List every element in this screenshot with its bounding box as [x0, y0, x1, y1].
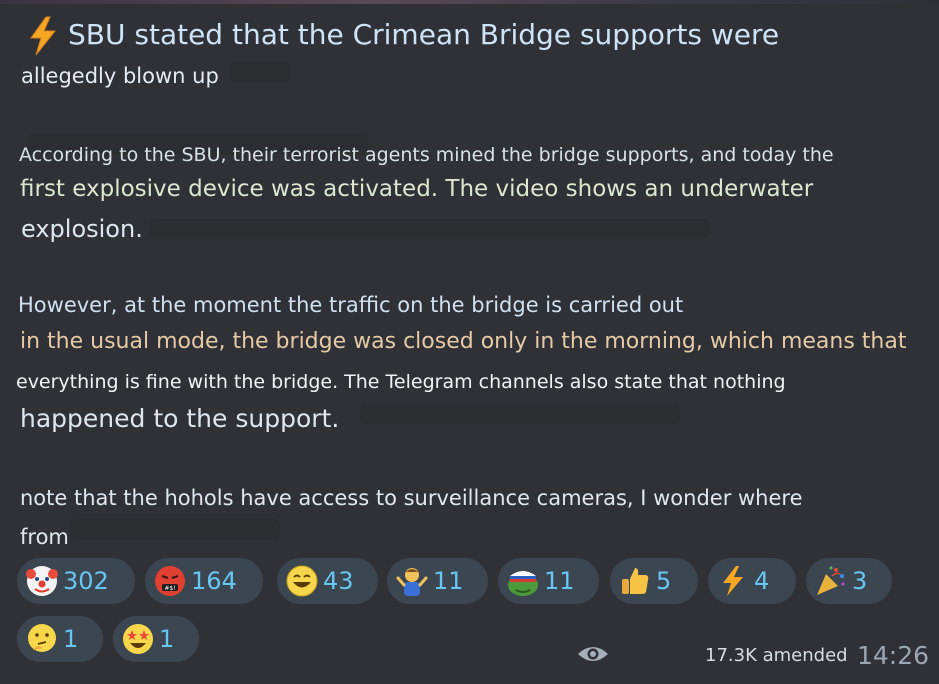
reaction-frog[interactable]: 11	[498, 558, 599, 604]
reaction-count: 1	[159, 625, 175, 653]
reaction-count: 3	[852, 567, 868, 595]
reaction-count: 164	[191, 567, 237, 595]
clown-face-icon	[26, 566, 58, 596]
background-blur-shape	[150, 219, 710, 239]
reaction-shrug[interactable]: 11	[387, 558, 488, 604]
view-count: 17.3K amended	[705, 645, 848, 666]
eye-icon	[578, 647, 608, 661]
background-blur-shape	[360, 404, 680, 424]
post-text-line: allegedly blown up	[21, 64, 219, 88]
svg-text:#$!: #$!	[164, 585, 175, 592]
message-time: 14:26	[857, 641, 930, 670]
background-blur-shape	[70, 519, 280, 539]
reaction-cursing[interactable]: #$! 164	[145, 558, 263, 604]
post-text-line: However, at the moment the traffic on th…	[18, 293, 684, 317]
reaction-grinning[interactable]: 43	[277, 558, 378, 604]
post-text-line: explosion.	[21, 215, 143, 243]
thinking-face-icon	[28, 624, 56, 652]
star-struck-icon	[123, 624, 153, 654]
post-text-line: happened to the support.	[20, 404, 340, 433]
reaction-thinking[interactable]: 1	[17, 616, 103, 662]
party-popper-icon	[817, 566, 845, 595]
post-title: SBU stated that the Crimean Bridge suppo…	[68, 18, 780, 51]
post-text-line: in the usual mode, the bridge was closed…	[20, 329, 907, 354]
frog-meme-icon	[508, 571, 538, 596]
reaction-party[interactable]: 3	[806, 558, 892, 604]
reaction-count: 11	[544, 567, 575, 595]
post-text-line: from	[20, 525, 69, 549]
post-text-line: note that the hohols have access to surv…	[20, 486, 803, 510]
lightning-icon	[30, 16, 57, 56]
cursing-face-icon: #$!	[155, 566, 185, 596]
message-bubble: SBU stated that the Crimean Bridge suppo…	[0, 4, 939, 684]
reaction-count: 43	[323, 567, 354, 595]
person-shrugging-icon	[396, 568, 428, 596]
reaction-star-struck[interactable]: 1	[113, 616, 199, 662]
post-text-line: everything is fine with the bridge. The …	[16, 371, 786, 393]
thumbs-up-icon	[622, 568, 649, 594]
reaction-lightning[interactable]: 4	[708, 558, 796, 604]
post-text-line: first explosive device was activated. Th…	[20, 176, 814, 202]
background-blur-shape	[230, 62, 290, 82]
reaction-thumbs-up[interactable]: 5	[610, 558, 698, 604]
grinning-face-icon	[286, 565, 318, 597]
reaction-count: 302	[63, 567, 109, 595]
reaction-count: 11	[433, 567, 464, 595]
reaction-clown[interactable]: 302	[17, 558, 135, 604]
lightning-icon	[723, 566, 743, 596]
reaction-count: 1	[63, 625, 79, 653]
reaction-count: 5	[656, 567, 672, 595]
post-text-line: According to the SBU, their terrorist ag…	[19, 144, 834, 166]
reaction-count: 4	[754, 567, 770, 595]
